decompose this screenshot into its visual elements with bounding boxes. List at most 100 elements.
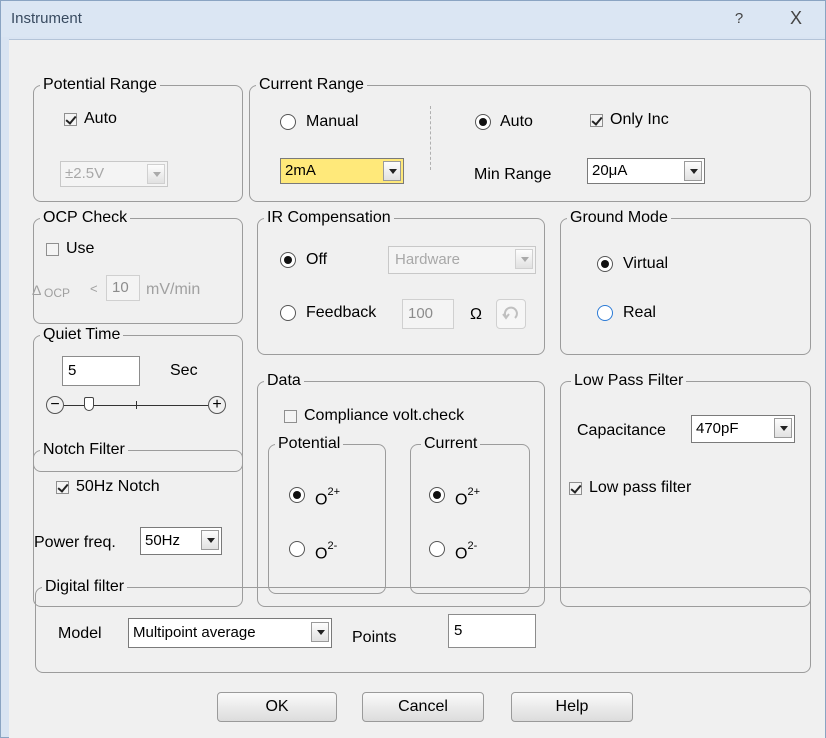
ohm-label: Ω	[470, 306, 482, 323]
data-group: Data Compliance volt.check Potential O2+…	[257, 372, 545, 607]
ir-mode-select[interactable]: Hardware	[388, 246, 536, 274]
min-range-value: 20μA	[592, 162, 628, 179]
low-pass-filter-legend: Low Pass Filter	[571, 372, 687, 390]
points-value: 5	[454, 622, 463, 639]
chevron-down-icon	[515, 249, 533, 269]
ok-button[interactable]: OK	[217, 692, 337, 722]
close-icon[interactable]: X	[781, 8, 811, 29]
current-manual-label: Manual	[306, 113, 359, 130]
compliance-check-checkbox[interactable]	[284, 410, 297, 423]
points-input[interactable]: 5	[448, 614, 536, 648]
potential-range-select[interactable]: ±2.5V	[60, 161, 168, 187]
current-o2plus-radio[interactable]	[429, 487, 445, 503]
power-freq-select[interactable]: 50Hz	[140, 527, 222, 555]
ocp-check-legend: OCP Check	[40, 209, 131, 227]
only-inc-label: Only Inc	[610, 111, 669, 128]
ocp-sub-label: OCP	[44, 286, 71, 300]
ocp-unit-label: mV/min	[146, 281, 201, 298]
data-potential-group: Potential O2+ O2-	[268, 435, 386, 594]
quiet-time-input[interactable]: 5	[62, 356, 140, 386]
ir-off-radio[interactable]	[280, 252, 296, 268]
current-o2minus-label: O2-	[455, 540, 478, 563]
slider-tick	[136, 401, 137, 409]
ground-real-label: Real	[623, 304, 656, 321]
capacitance-label: Capacitance	[577, 422, 666, 439]
ir-feedback-input[interactable]: 100	[402, 299, 454, 329]
current-range-legend: Current Range	[256, 76, 367, 94]
current-manual-range-select[interactable]: 2mA	[280, 158, 404, 184]
chevron-down-icon	[201, 530, 219, 550]
current-range-group: Current Range Manual 2mA Auto Only Inc M…	[249, 76, 811, 202]
help-icon[interactable]: ?	[729, 10, 749, 27]
potential-range-legend: Potential Range	[40, 76, 160, 94]
digital-filter-group: Digital filter Model Multipoint average …	[35, 578, 811, 673]
instrument-dialog: Instrument ? X Potential Range Auto ±2.5…	[0, 0, 826, 738]
min-range-select[interactable]: 20μA	[587, 158, 705, 184]
quiet-time-value: 5	[68, 362, 77, 379]
only-inc-checkbox[interactable]	[590, 114, 603, 127]
ocp-check-group: OCP Check Use Δ OCP < 10 mV/min	[32, 209, 243, 324]
ir-mode-value: Hardware	[395, 251, 461, 268]
potential-auto-checkbox[interactable]	[64, 113, 77, 126]
ir-off-label: Off	[306, 251, 328, 268]
data-current-legend: Current	[421, 435, 481, 453]
title-bar: Instrument ? X	[1, 1, 825, 37]
model-select[interactable]: Multipoint average	[128, 618, 332, 648]
chevron-down-icon	[774, 418, 792, 438]
notch-50hz-label: 50Hz Notch	[76, 478, 160, 495]
ground-virtual-radio[interactable]	[597, 256, 613, 272]
current-auto-radio[interactable]	[475, 114, 491, 130]
potential-auto-label: Auto	[84, 110, 117, 127]
model-value: Multipoint average	[133, 624, 256, 641]
ocp-use-checkbox[interactable]	[46, 243, 59, 256]
notch-filter-legend: Notch Filter	[40, 441, 128, 459]
chevron-down-icon	[311, 622, 329, 642]
data-potential-legend: Potential	[275, 435, 344, 453]
capacitance-value: 470pF	[696, 420, 739, 437]
power-freq-value: 50Hz	[145, 532, 181, 549]
current-o2minus-radio[interactable]	[429, 541, 445, 557]
window-title: Instrument	[11, 10, 82, 27]
capacitance-select[interactable]: 470pF	[691, 415, 795, 443]
ir-feedback-value: 100	[408, 305, 434, 322]
current-auto-label: Auto	[500, 113, 533, 130]
quiet-time-slider-thumb[interactable]	[84, 397, 94, 411]
low-pass-filter-group: Low Pass Filter Capacitance 470pF Low pa…	[560, 372, 811, 607]
ir-refresh-button[interactable]	[496, 299, 526, 329]
low-pass-filter-checkbox[interactable]	[569, 482, 582, 495]
data-legend: Data	[264, 372, 304, 390]
ground-real-radio[interactable]	[597, 305, 613, 321]
ocp-threshold-value: 10	[112, 279, 129, 296]
cancel-button[interactable]: Cancel	[362, 692, 484, 722]
quiet-time-unit: Sec	[170, 362, 198, 379]
digital-filter-legend: Digital filter	[42, 578, 128, 596]
potential-o2minus-radio[interactable]	[289, 541, 305, 557]
potential-range-group: Potential Range Auto ±2.5V	[33, 76, 243, 202]
refresh-icon	[502, 306, 518, 320]
ir-feedback-radio[interactable]	[280, 305, 296, 321]
ir-compensation-legend: IR Compensation	[264, 209, 394, 227]
min-range-label: Min Range	[474, 166, 552, 183]
model-label: Model	[58, 625, 102, 642]
quiet-time-decrease-button[interactable]: −	[46, 396, 64, 414]
power-freq-label: Power freq.	[34, 534, 116, 551]
current-manual-radio[interactable]	[280, 114, 296, 130]
quiet-time-legend: Quiet Time	[40, 326, 124, 344]
chevron-down-icon	[147, 164, 165, 184]
separator	[430, 106, 432, 170]
potential-range-value: ±2.5V	[65, 165, 105, 182]
potential-o2plus-radio[interactable]	[289, 487, 305, 503]
less-than-label: <	[90, 281, 98, 296]
notch-50hz-checkbox[interactable]	[56, 481, 69, 494]
low-pass-filter-label: Low pass filter	[589, 479, 692, 496]
ground-mode-group: Ground Mode Virtual Real	[560, 209, 811, 355]
ocp-threshold-input[interactable]: 10	[106, 275, 140, 301]
dialog-body: Potential Range Auto ±2.5V Current Range…	[9, 39, 825, 738]
data-current-group: Current O2+ O2-	[410, 435, 530, 594]
quiet-time-increase-button[interactable]: +	[208, 396, 226, 414]
delta-label: Δ	[32, 282, 42, 298]
ir-compensation-group: IR Compensation Off Hardware Feedback 10…	[257, 209, 545, 355]
help-button[interactable]: Help	[511, 692, 633, 722]
potential-o2plus-label: O2+	[315, 486, 340, 509]
ground-mode-legend: Ground Mode	[567, 209, 671, 227]
